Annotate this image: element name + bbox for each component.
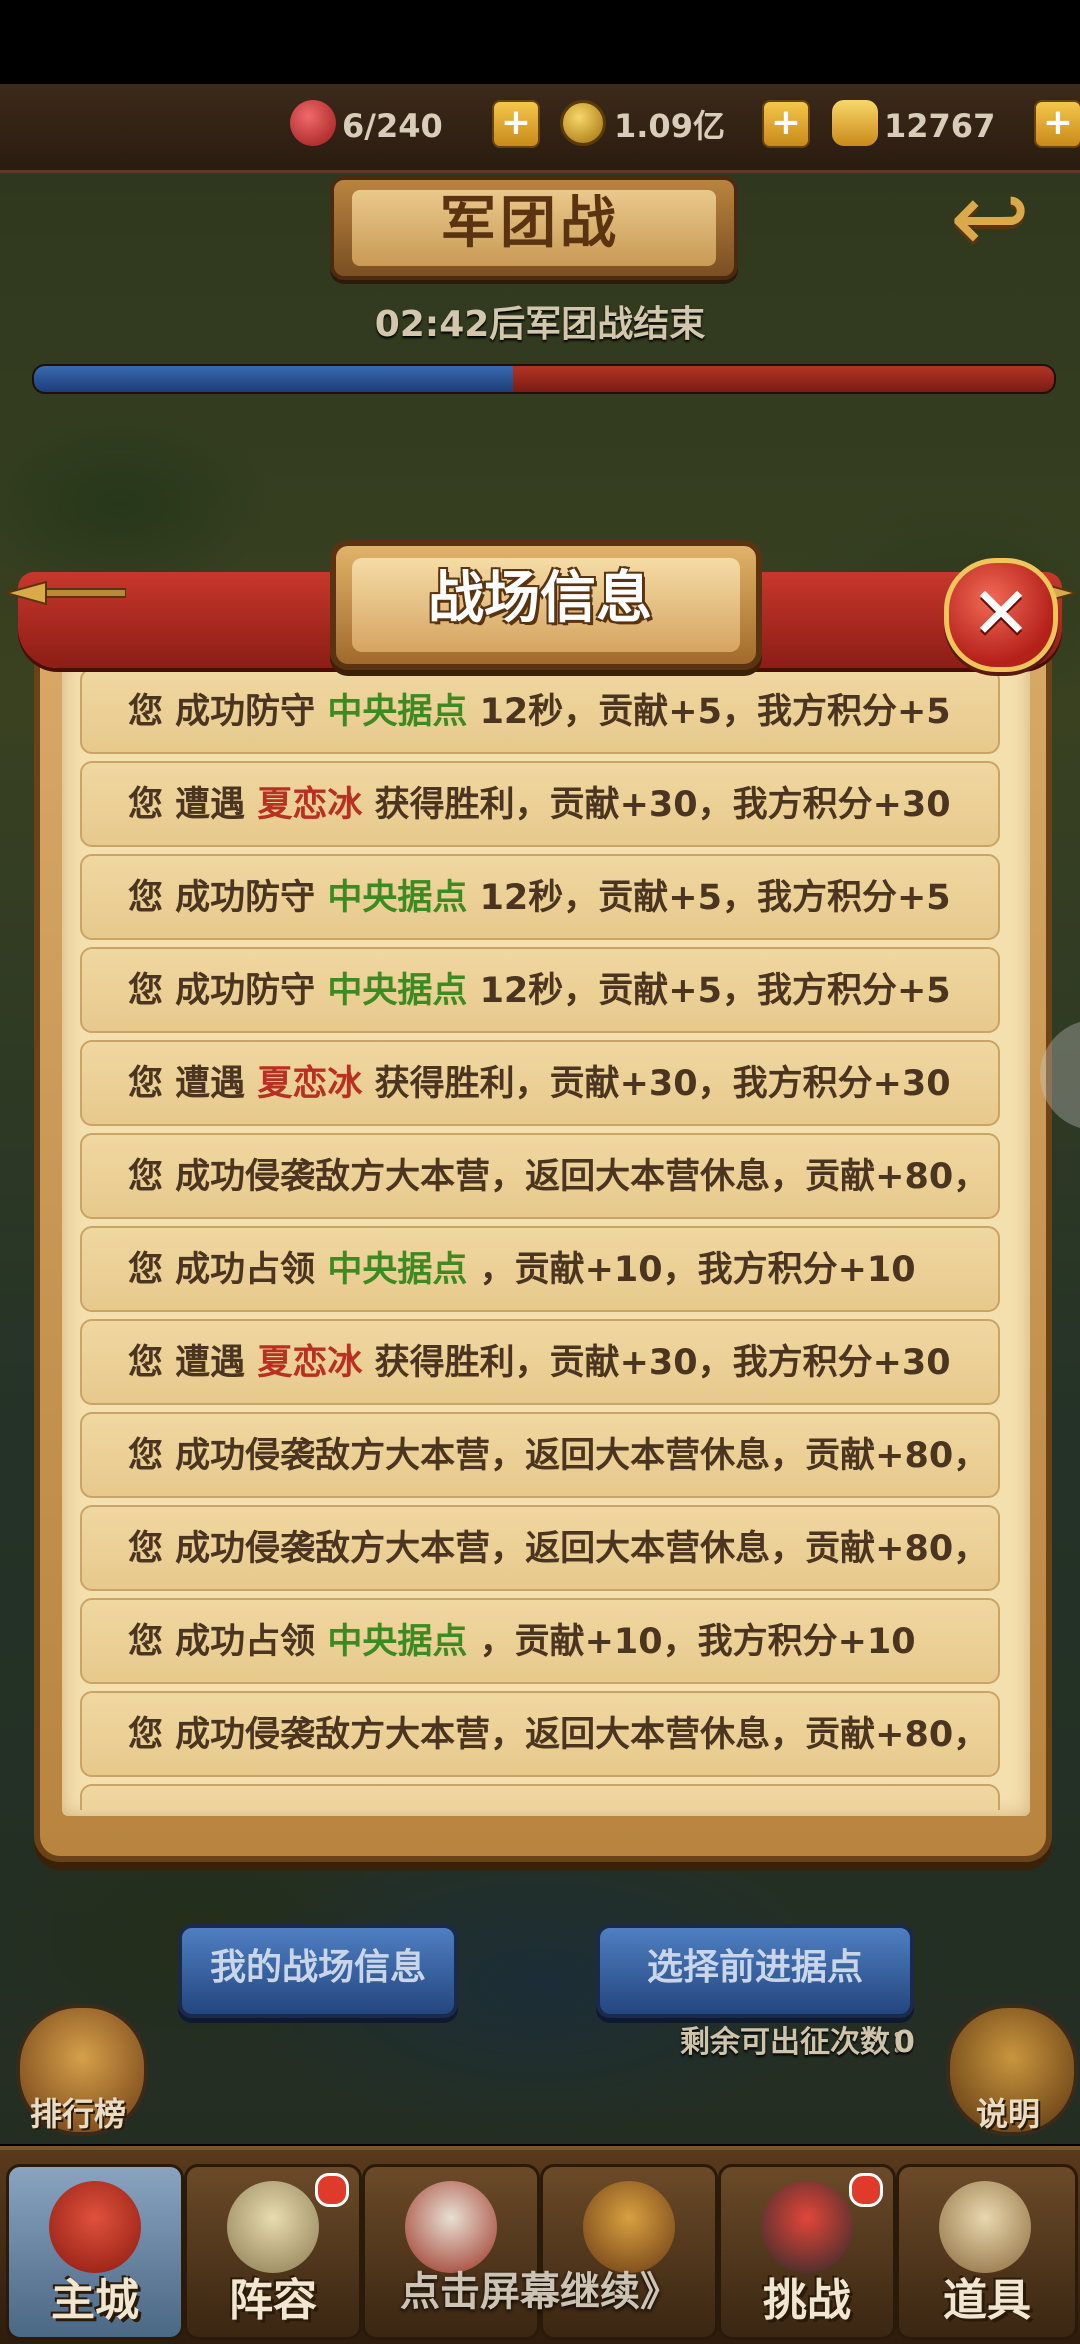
close-button[interactable]: ✕	[944, 558, 1058, 672]
remaining-attempts-value: 0	[894, 2025, 915, 2060]
log-text-part: 您 成功占领	[128, 1622, 328, 1662]
popup-title: 战场信息	[428, 566, 652, 631]
log-text-part: 获得胜利，贡献+30，我方积分+30	[362, 785, 951, 825]
nav-label: 道具	[943, 2275, 1031, 2326]
close-icon: ✕	[970, 571, 1032, 655]
help-label: 说明	[975, 2095, 1040, 2133]
my-battle-info-button[interactable]: 我的战场信息	[178, 1924, 458, 2018]
battle-log-row: 您 成功占领 中央据点 ，贡献+10，我方积分+10	[80, 1598, 1000, 1684]
battle-log-row: 您 遭遇 夏恋冰 获得胜利，贡献+30，我方积分+30	[80, 761, 1000, 847]
log-text-part: 您 成功侵袭敌方大本营，返回大本营休息，贡献+80，	[128, 1436, 989, 1476]
versus-icon	[761, 2181, 853, 2273]
battle-log-row: 您 遭遇 夏恋冰 获得胜利，贡献+30，我方积分+30	[80, 1319, 1000, 1405]
battle-log-row: 您 遭遇 夏恋冰 获得胜利，贡献+30，我方积分+30	[80, 1040, 1000, 1126]
battle-log-text: 您 遭遇 夏恋冰 获得胜利，贡献+30，我方积分+30	[128, 1042, 951, 1124]
battle-log-text: 您 成功防守 中央据点 12秒，贡献+5，我方积分+5	[128, 856, 951, 938]
castle-icon	[49, 2181, 141, 2273]
battle-log-row: 您 成功防守 中央据点 12秒，贡献+5，我方积分+5	[80, 668, 1000, 754]
battle-log-row: 您 成功侵袭敌方大本营，返回大本营休息，贡献+80，	[80, 1505, 1000, 1591]
enemy-score-fill	[513, 366, 1054, 392]
coin-icon	[560, 100, 606, 146]
heart-stamina-icon	[290, 100, 336, 146]
ingots-value: 12767	[884, 107, 996, 145]
log-text-part: 获得胜利，贡献+30，我方积分+30	[362, 1343, 951, 1383]
add-stamina-button[interactable]: +	[492, 100, 540, 148]
log-text-part: 您 遭遇	[128, 785, 258, 825]
notification-badge	[849, 2173, 883, 2207]
battle-log-text: 您 成功侵袭敌方大本营，返回大本营休息，贡献+80，	[128, 1414, 989, 1496]
log-text-part: 12秒，贡献+5，我方积分+5	[467, 971, 951, 1011]
log-text-part: 12秒，贡献+5，我方积分+5	[467, 878, 951, 918]
stamina-value: 6/240	[342, 107, 443, 145]
stronghold-name: 中央据点	[327, 1622, 468, 1662]
choose-advance-point-button[interactable]: 选择前进据点	[596, 1924, 914, 2018]
scroll-bag-icon	[939, 2181, 1031, 2273]
battle-log-row: 您 成功防守 中央据点 12秒，贡献+5，我方积分+5	[80, 854, 1000, 940]
status-bar	[0, 0, 1080, 84]
nav-main-city[interactable]: 主城	[6, 2164, 184, 2340]
coins-value: 1.09亿	[614, 107, 725, 145]
treasure-bag-icon	[583, 2181, 675, 2273]
battle-log-text: 您 成功占领 中央据点 ，贡献+10，我方积分+10	[128, 1228, 916, 1310]
our-score-fill	[34, 366, 513, 392]
page-title: 军团战	[440, 191, 620, 256]
log-text-part: 您 成功侵袭敌方大本营，返回大本营休息，贡献+80，	[128, 1157, 989, 1197]
battle-log-text: 您 成功防守 中央据点 12秒，贡献+5，我方积分+5	[128, 949, 951, 1031]
battle-log-text: 您 成功侵袭敌方大本营，返回大本营休息，贡献+80，	[128, 1693, 989, 1775]
battle-log-row: 您 成功侵袭敌方大本营，返回大本营休息，贡献+80，	[80, 1412, 1000, 1498]
score-progress-bar	[32, 364, 1056, 394]
spear-left-decoration	[6, 580, 126, 606]
ranking-label: 排行榜	[29, 2095, 126, 2133]
log-text-part: 您 成功防守	[128, 692, 328, 732]
log-text-part: 您 成功防守	[128, 878, 328, 918]
battle-log-text: 您 成功占领 中央据点 ，贡献+10，我方积分+10	[128, 1600, 916, 1682]
back-arrow-icon[interactable]: ↩	[935, 168, 1045, 268]
add-coins-button[interactable]: +	[762, 100, 810, 148]
war-countdown: 02:42后军团战结束	[374, 304, 706, 345]
add-ingots-button[interactable]: +	[1034, 100, 1080, 148]
gold-ingot-icon	[832, 100, 878, 146]
log-text-part: 您 成功防守	[128, 971, 328, 1011]
battle-log-row: 您 成功侵袭敌方大本营，返回大本营休息，贡献+80，	[80, 1133, 1000, 1219]
notification-badge	[315, 2173, 349, 2207]
battle-log-list[interactable]: 您 成功防守 中央据点 12秒，贡献+5，我方积分+5 您 遭遇 夏恋冰 获得胜利…	[80, 668, 1000, 1810]
battle-log-row: 您 成功侵袭敌方大本营，返回大本营休息，贡献+80，	[80, 1691, 1000, 1777]
log-text-part: 您 遭遇	[128, 1343, 258, 1383]
log-text-part: 12秒，贡献+5，我方积分+5	[467, 692, 951, 732]
nav-items[interactable]: 道具	[896, 2164, 1078, 2340]
stronghold-name: 中央据点	[327, 1250, 468, 1290]
tap-to-continue-hint[interactable]: 点击屏幕继续》	[330, 2262, 750, 2322]
stronghold-name: 中央据点	[327, 878, 468, 918]
battle-log-row	[80, 1784, 1000, 1810]
stronghold-name: 中央据点	[327, 692, 468, 732]
remaining-attempts-label: 剩余可出征次数：	[680, 2025, 920, 2060]
battle-log-row: 您 成功防守 中央据点 12秒，贡献+5，我方积分+5	[80, 947, 1000, 1033]
log-text-part: 获得胜利，贡献+30，我方积分+30	[362, 1064, 951, 1104]
battle-log-text: 您 成功防守 中央据点 12秒，贡献+5，我方积分+5	[128, 670, 951, 752]
battle-log-text: 您 遭遇 夏恋冰 获得胜利，贡献+30，我方积分+30	[128, 1321, 951, 1403]
battle-log-row: 您 成功占领 中央据点 ，贡献+10，我方积分+10	[80, 1226, 1000, 1312]
opponent-name: 夏恋冰	[257, 785, 363, 825]
log-text-part: 您 成功侵袭敌方大本营，返回大本营休息，贡献+80，	[128, 1715, 989, 1755]
log-text-part: 您 成功占领	[128, 1250, 328, 1290]
battle-log-text: 您 成功侵袭敌方大本营，返回大本营休息，贡献+80，	[128, 1507, 989, 1589]
log-text-part: 您 遭遇	[128, 1064, 258, 1104]
opponent-name: 夏恋冰	[257, 1064, 363, 1104]
battle-log-text: 您 遭遇 夏恋冰 获得胜利，贡献+30，我方积分+30	[128, 763, 951, 845]
gift-icon	[405, 2181, 497, 2273]
stronghold-name: 中央据点	[327, 971, 468, 1011]
log-text-part: ，贡献+10，我方积分+10	[467, 1622, 916, 1662]
nav-label: 主城	[51, 2275, 139, 2326]
opponent-name: 夏恋冰	[257, 1343, 363, 1383]
log-text-part: ，贡献+10，我方积分+10	[467, 1250, 916, 1290]
formation-icon	[227, 2181, 319, 2273]
battle-log-text: 您 成功侵袭敌方大本营，返回大本营休息，贡献+80，	[128, 1135, 989, 1217]
log-text-part: 您 成功侵袭敌方大本营，返回大本营休息，贡献+80，	[128, 1529, 989, 1569]
